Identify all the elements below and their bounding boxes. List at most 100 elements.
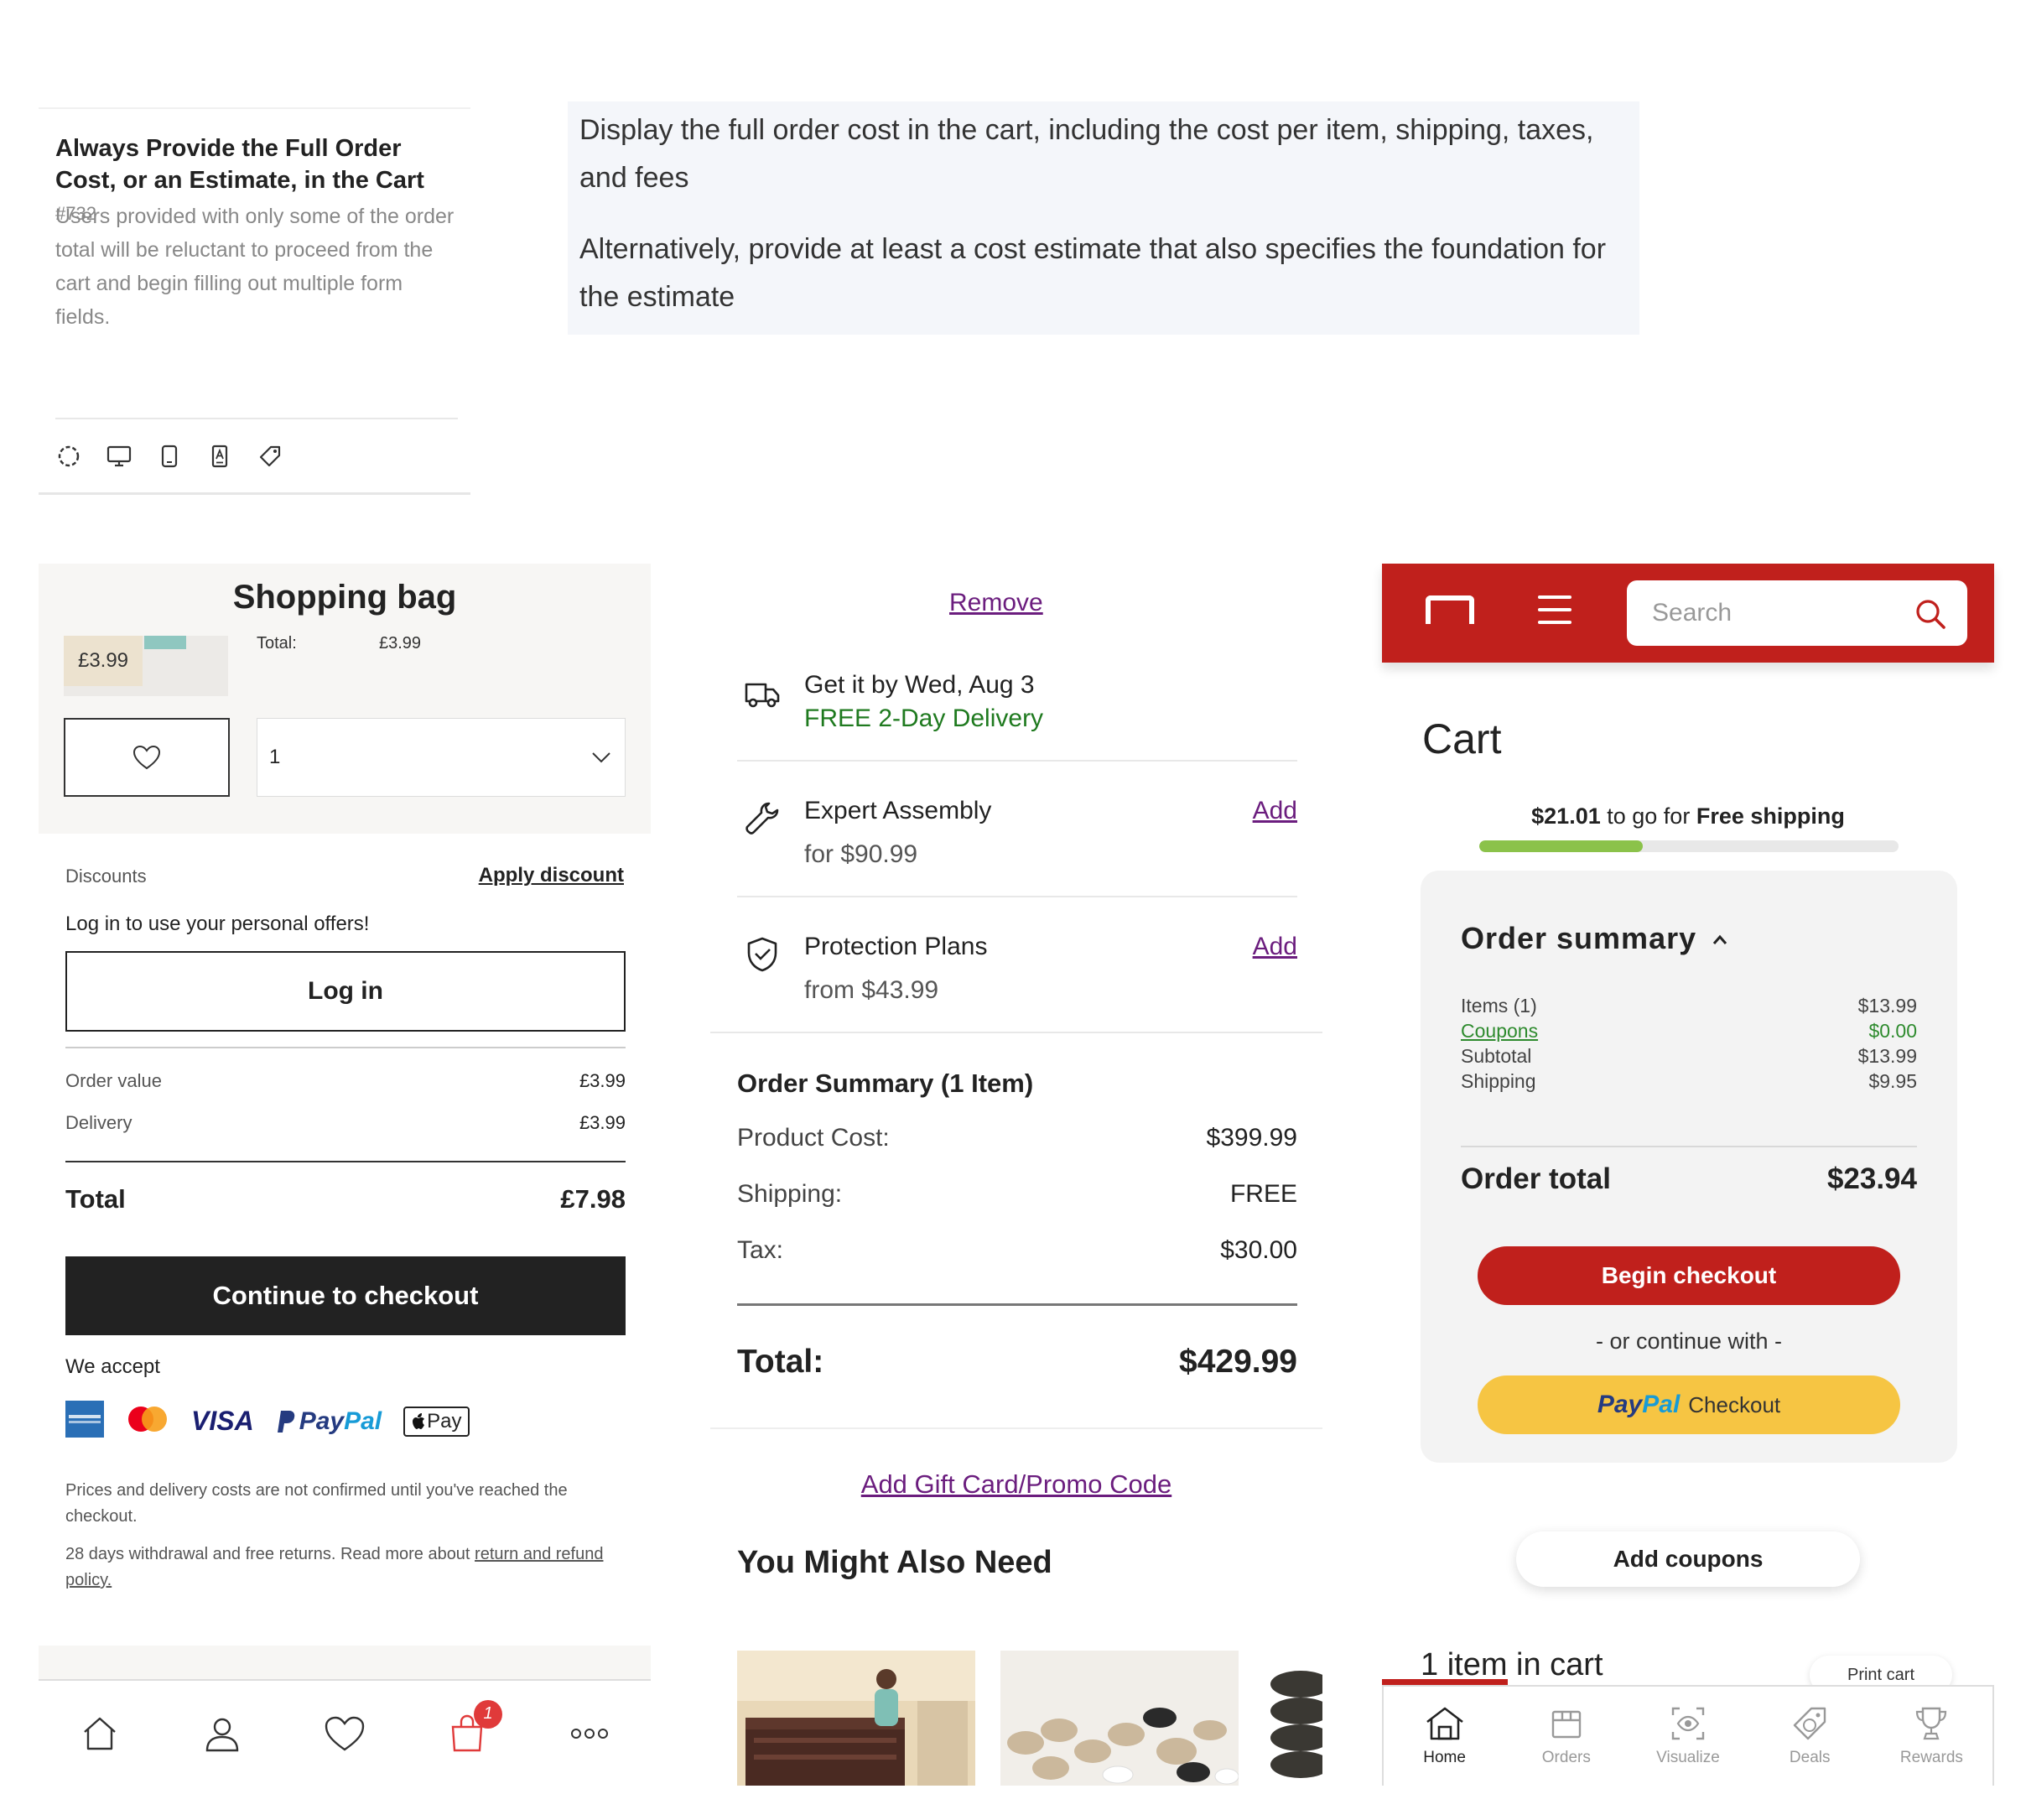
we-accept-label: We accept [65, 1355, 160, 1378]
summary-value: $13.99 [1857, 1045, 1917, 1067]
thumbnail-price: £3.99 [64, 636, 143, 686]
product-card-felt-pads[interactable] [1000, 1651, 1239, 1786]
summary-label: Product Cost: [737, 1124, 890, 1152]
summary-row: Shipping $9.95 [1461, 1070, 1917, 1093]
begin-checkout-button[interactable]: Begin checkout [1478, 1246, 1900, 1305]
nav-label: Visualize [1656, 1749, 1720, 1766]
product-thumbnail[interactable]: £3.99 [64, 636, 228, 696]
quantity-select[interactable]: 1 [257, 718, 626, 797]
order-summary-panel: Order summary Items (1) $13.99 Coupons $0.… [1421, 871, 1957, 1463]
felt-pads-photo [1000, 1651, 1239, 1786]
desktop-icon [106, 443, 132, 470]
nav-orders[interactable]: Orders [1505, 1687, 1627, 1786]
wrench-icon [745, 802, 779, 835]
crib-photo [737, 1651, 975, 1786]
box-icon [1551, 1710, 1581, 1739]
order-value-row: Order value £3.99 [65, 1070, 626, 1092]
nav-label: Orders [1541, 1749, 1591, 1766]
summary-value: $9.95 [1868, 1070, 1917, 1092]
nav-label: Rewards [1899, 1749, 1963, 1766]
total-label: Total: [737, 1344, 824, 1380]
order-value-amount: £3.99 [579, 1070, 626, 1091]
assembly-title: Expert Assembly [804, 797, 992, 824]
remove-link[interactable]: Remove [949, 589, 1043, 617]
total-row: Total £7.98 [65, 1184, 626, 1214]
quantity-value: 1 [269, 746, 281, 768]
product-card-partial[interactable] [1264, 1651, 1322, 1786]
delivery-row: Delivery £3.99 [65, 1112, 626, 1134]
summary-row: Items (1) $13.99 [1461, 995, 1917, 1017]
app-icon [206, 443, 233, 470]
delivery-date: Get it by Wed, Aug 3 [804, 671, 1035, 699]
add-assembly-link[interactable]: Add [1253, 797, 1297, 825]
bottom-nav: 1 [39, 1679, 651, 1786]
divider [65, 1047, 626, 1048]
heart-icon [132, 745, 161, 770]
login-prompt: Log in to use your personal offers! [65, 913, 370, 935]
free-shipping-text: Free shipping [1696, 803, 1845, 829]
free-shipping-progress-label: $21.01 to go for Free shipping [1382, 803, 1994, 829]
summary-row: Tax: $30.00 [737, 1236, 1297, 1265]
guideline-title-text: Always Provide the Full Order Cost, or a… [55, 135, 424, 194]
shipping-progress-bar [1479, 840, 1899, 852]
page-title: Cart [1422, 715, 1502, 762]
nav-label: Home [1423, 1749, 1466, 1766]
nav-home[interactable]: Home [1384, 1687, 1505, 1786]
assembly-price: for $90.99 [804, 840, 918, 868]
brand-logo[interactable] [1426, 595, 1474, 624]
cart-count-badge: 1 [474, 1699, 502, 1729]
returns-note-text: 28 days withdrawal and free returns. Rea… [65, 1545, 475, 1563]
eye-scan-icon [1671, 1707, 1705, 1740]
shopping-bag-screen: Shopping bag £3.99 Total: £3.99 1 Discou… [39, 564, 651, 1786]
add-protection-link[interactable]: Add [1253, 933, 1297, 961]
items-in-cart-heading: 1 item in cart [1421, 1647, 1603, 1682]
paypal-logo: PayPal [276, 1407, 382, 1436]
account-icon[interactable] [199, 1710, 246, 1757]
summary-row-coupons: Coupons $0.00 [1461, 1020, 1917, 1043]
apply-discount-link[interactable]: Apply discount [479, 864, 624, 887]
amex-icon [65, 1401, 104, 1442]
cart-bag-icon[interactable]: 1 [444, 1699, 502, 1757]
more-icon[interactable] [566, 1710, 613, 1757]
home-icon[interactable] [76, 1710, 123, 1757]
total-divider [65, 1161, 626, 1162]
add-coupons-button[interactable]: Add coupons [1516, 1531, 1860, 1587]
continue-checkout-button[interactable]: Continue to checkout [65, 1256, 626, 1335]
order-summary-title[interactable]: Order summary [1461, 921, 1696, 956]
delivery-label: Delivery [65, 1112, 132, 1133]
item-total-label: Total: [257, 634, 297, 653]
chevron-up-icon[interactable] [1711, 931, 1729, 949]
home-icon [1426, 1707, 1463, 1740]
favorites-icon[interactable] [321, 1710, 368, 1757]
active-tab-indicator [1382, 1679, 1508, 1685]
paypal-word-a: Pay [299, 1407, 345, 1435]
coupons-link[interactable]: Coupons [1461, 1020, 1538, 1043]
promo-code-link-text[interactable]: Add Gift Card/Promo Code [861, 1469, 1171, 1499]
total-label: Total [65, 1184, 126, 1214]
or-continue-label: - or continue with - [1595, 1329, 1783, 1354]
menu-icon[interactable] [1538, 595, 1571, 624]
shipping-progress-fill [1479, 840, 1643, 852]
summary-value: $13.99 [1857, 995, 1917, 1017]
divider [737, 760, 1297, 762]
guideline-icon-row [55, 443, 283, 470]
wishlist-button[interactable] [64, 718, 230, 797]
total-amount: $429.99 [1179, 1344, 1297, 1380]
bottom-nav: Home Orders Visualize Deals Rewards [1382, 1685, 1994, 1786]
payment-methods: VISA PayPal Pay [65, 1401, 470, 1442]
nav-rewards[interactable]: Rewards [1871, 1687, 1992, 1786]
nav-visualize[interactable]: Visualize [1627, 1687, 1748, 1786]
order-summary-title: Order Summary (1 Item) [737, 1069, 1034, 1098]
item-total-value: £3.99 [379, 634, 422, 653]
apple-pay-word: Pay [427, 1409, 462, 1433]
guideline-divider [55, 418, 458, 419]
to-go-text: to go for [1607, 803, 1691, 829]
search-icon[interactable] [1912, 595, 1949, 632]
nav-deals[interactable]: Deals [1749, 1687, 1871, 1786]
nav-label: Deals [1789, 1749, 1831, 1766]
paypal-checkout-button[interactable]: Pay Pal Checkout [1478, 1375, 1900, 1434]
login-button[interactable]: Log in [65, 951, 626, 1032]
product-card-crib[interactable] [737, 1651, 975, 1786]
recommendations-title: You Might Also Need [737, 1545, 1052, 1580]
app-header [1382, 564, 1994, 663]
